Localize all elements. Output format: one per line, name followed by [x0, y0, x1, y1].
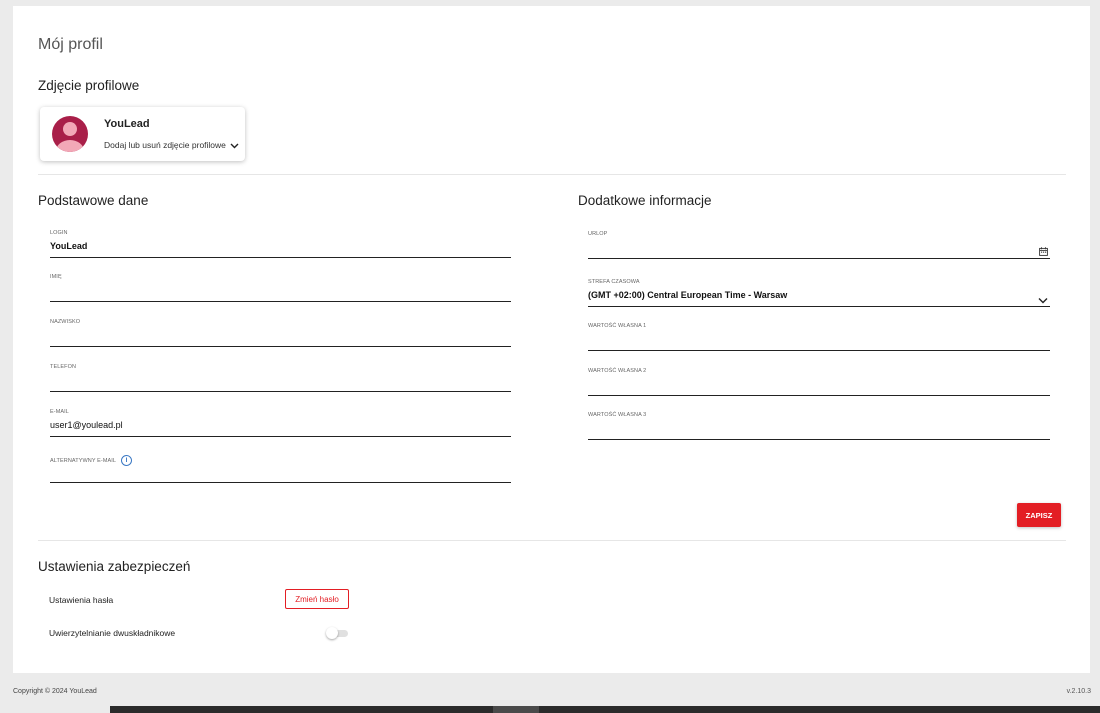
calendar-icon[interactable] — [1039, 243, 1048, 261]
field-label: STREFA CZASOWA — [588, 279, 640, 285]
custom-value-2-field[interactable]: WARTOŚĆ WŁASNA 2 — [588, 365, 1050, 396]
profile-photo-card[interactable]: YouLead Dodaj lub usuń zdjęcie profilowe — [40, 107, 245, 161]
vacation-field[interactable]: URLOP — [588, 228, 1050, 259]
divider — [38, 174, 1066, 175]
additional-info-heading: Dodatkowe informacje — [578, 193, 712, 208]
version-text: v.2.10.3 — [1066, 688, 1091, 695]
first-name-field[interactable]: IMIĘ — [50, 271, 511, 302]
alt-email-field[interactable]: ALTERNATYWNY E-MAIL i — [50, 452, 511, 483]
chevron-down-icon — [230, 141, 239, 151]
field-label: TELEFON — [50, 364, 77, 370]
save-button[interactable]: ZAPISZ — [1017, 503, 1061, 527]
phone-field[interactable]: TELEFON — [50, 361, 511, 392]
email-value[interactable]: user1@youlead.pl — [50, 420, 123, 430]
basic-data-heading: Podstawowe dane — [38, 193, 149, 208]
copyright-text: Copyright © 2024 YouLead — [13, 688, 97, 695]
field-label: ALTERNATYWNY E-MAIL i — [50, 455, 133, 466]
field-label: WARTOŚĆ WŁASNA 1 — [588, 323, 647, 329]
timezone-value[interactable]: (GMT +02:00) Central European Time - War… — [588, 290, 787, 300]
login-value[interactable]: YouLead — [50, 241, 87, 251]
twofa-toggle[interactable] — [326, 627, 348, 639]
change-password-button[interactable]: Zmień hasło — [285, 589, 349, 609]
custom-value-1-field[interactable]: WARTOŚĆ WŁASNA 1 — [588, 320, 1050, 351]
photo-action-dropdown[interactable]: Dodaj lub usuń zdjęcie profilowe — [104, 140, 239, 151]
timezone-select[interactable]: STREFA CZASOWA (GMT +02:00) Central Euro… — [588, 276, 1050, 307]
custom-value-3-field[interactable]: WARTOŚĆ WŁASNA 3 — [588, 409, 1050, 440]
field-label: NAZWISKO — [50, 319, 81, 325]
last-name-field[interactable]: NAZWISKO — [50, 316, 511, 347]
info-icon[interactable]: i — [121, 455, 133, 466]
field-label: WARTOŚĆ WŁASNA 3 — [588, 412, 647, 418]
photo-action-label: Dodaj lub usuń zdjęcie profilowe — [104, 140, 226, 150]
twofa-label: Uwierzytelnianie dwuskładnikowe — [49, 628, 176, 638]
field-label: WARTOŚĆ WŁASNA 2 — [588, 368, 647, 374]
email-field[interactable]: E-MAIL user1@youlead.pl — [50, 406, 511, 437]
profile-card-container: Mój profil Zdjęcie profilowe YouLead Dod… — [13, 6, 1090, 673]
field-label: E-MAIL — [50, 409, 69, 415]
field-label: IMIĘ — [50, 274, 62, 280]
page-title: Mój profil — [38, 36, 103, 53]
profile-photo-heading: Zdjęcie profilowe — [38, 78, 140, 93]
taskbar — [110, 706, 1100, 713]
field-label: URLOP — [588, 231, 608, 237]
avatar — [52, 116, 88, 152]
password-settings-label: Ustawienia hasła — [49, 595, 114, 605]
login-field[interactable]: LOGIN YouLead — [50, 227, 511, 258]
divider — [38, 540, 1066, 541]
profile-name: YouLead — [104, 118, 150, 130]
security-heading: Ustawienia zabezpieczeń — [38, 559, 191, 574]
field-label: LOGIN — [50, 230, 68, 236]
chevron-down-icon[interactable] — [1038, 291, 1048, 309]
